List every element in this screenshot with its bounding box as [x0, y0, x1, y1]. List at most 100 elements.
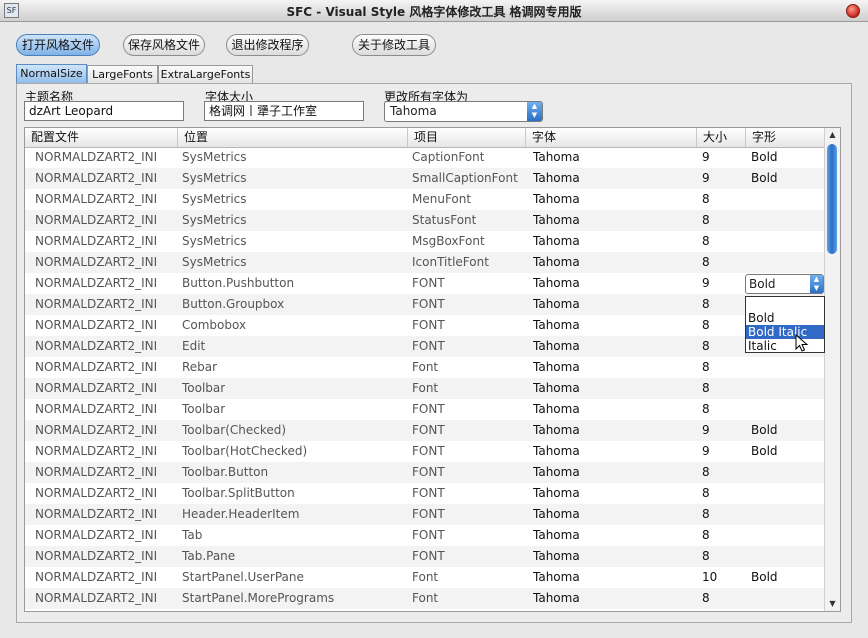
location-cell: Toolbar [182, 402, 226, 416]
item-cell: Font [412, 591, 439, 605]
dropdown-option-bold-italic[interactable]: Bold Italic [746, 325, 824, 339]
dropdown-option-italic[interactable]: Italic [746, 339, 824, 353]
table-row[interactable]: NORMALDZART2_INI Tab.Pane FONT Tahoma 8 [25, 546, 825, 567]
table-row[interactable]: NORMALDZART2_INI Button.Pushbutton FONT Tah… [25, 273, 825, 294]
config-file-cell: NORMALDZART2_INI [35, 507, 158, 521]
location-cell: SysMetrics [182, 171, 247, 185]
config-file-cell: NORMALDZART2_INI [35, 381, 158, 395]
tab-extra-large-fonts[interactable]: ExtraLargeFonts [158, 65, 253, 84]
table-row[interactable]: NORMALDZART2_INI Header.HeaderItem FONT Tah… [25, 504, 825, 525]
open-style-button[interactable]: 打开风格文件 [16, 34, 100, 56]
size-cell: 8 [702, 591, 710, 605]
table-row[interactable]: NORMALDZART2_INI Toolbar FONT Tahoma 8 [25, 399, 825, 420]
font-cell: Tahoma [533, 444, 580, 458]
table-row[interactable]: NORMALDZART2_INI SysMetrics MsgBoxFont Taho… [25, 231, 825, 252]
config-file-cell: NORMALDZART2_INI [35, 234, 158, 248]
save-style-button[interactable]: 保存风格文件 [123, 34, 205, 56]
font-size-field[interactable]: 格调网丨犟子工作室 [204, 101, 364, 121]
item-cell: FONT [412, 276, 445, 290]
size-cell: 8 [702, 486, 710, 500]
dropdown-option-bold[interactable]: Bold [746, 311, 824, 325]
font-cell: Tahoma [533, 150, 580, 164]
table-row[interactable]: NORMALDZART2_INI SysMetrics CaptionFont Tah… [25, 147, 825, 168]
style-cell: Bold [751, 423, 778, 437]
font-cell: Tahoma [533, 381, 580, 395]
config-file-cell: NORMALDZART2_INI [35, 528, 158, 542]
config-file-cell: NORMALDZART2_INI [35, 549, 158, 563]
scroll-down-icon[interactable]: ▼ [825, 597, 840, 611]
table-row[interactable]: NORMALDZART2_INI SysMetrics IconTitleFont T… [25, 252, 825, 273]
config-file-cell: NORMALDZART2_INI [35, 276, 158, 290]
updown-arrows-icon: ▲ ▼ [527, 102, 542, 121]
table-row[interactable]: NORMALDZART2_INI Toolbar Font Tahoma 8 [25, 378, 825, 399]
table-row[interactable]: NORMALDZART2_INI SysMetrics MenuFont Tahoma… [25, 189, 825, 210]
column-header-style[interactable]: 字形 [746, 128, 825, 147]
column-header-location[interactable]: 位置 [178, 128, 408, 147]
tab-large-fonts[interactable]: LargeFonts [87, 65, 158, 84]
table-row[interactable]: NORMALDZART2_INI Toolbar.SplitButton FONT T… [25, 483, 825, 504]
font-cell: Tahoma [533, 528, 580, 542]
size-cell: 8 [702, 318, 710, 332]
size-cell: 8 [702, 234, 710, 248]
location-cell: Toolbar [182, 381, 226, 395]
window-title: SFC - Visual Style 风格字体修改工具 格调网专用版 [286, 5, 582, 19]
size-cell: 8 [702, 528, 710, 542]
tab-normal-size[interactable]: NormalSize [16, 64, 87, 84]
font-style-dropdown[interactable]: Bold ▲ ▼ [745, 274, 824, 294]
config-file-cell: NORMALDZART2_INI [35, 423, 158, 437]
location-cell: SysMetrics [182, 234, 247, 248]
item-cell: FONT [412, 339, 445, 353]
size-cell: 8 [702, 507, 710, 521]
table-row[interactable]: NORMALDZART2_INI SysMetrics SmallCaptionFo… [25, 168, 825, 189]
font-cell: Tahoma [533, 465, 580, 479]
column-header-item[interactable]: 项目 [408, 128, 526, 147]
location-cell: Combobox [182, 318, 247, 332]
table-row[interactable]: NORMALDZART2_INI Button.Groupbox FONT Tahom… [25, 294, 825, 315]
exit-program-button[interactable]: 退出修改程序 [226, 34, 309, 56]
item-cell: FONT [412, 465, 445, 479]
column-header-font[interactable]: 字体 [526, 128, 697, 147]
location-cell: SysMetrics [182, 213, 247, 227]
close-button[interactable] [846, 4, 860, 18]
vertical-scrollbar[interactable]: ▲ ▼ [824, 128, 840, 611]
config-file-cell: NORMALDZART2_INI [35, 255, 158, 269]
dropdown-option-empty[interactable] [746, 297, 824, 311]
table-row[interactable]: NORMALDZART2_INI StartPanel.MorePrograms F… [25, 588, 825, 609]
scroll-up-icon[interactable]: ▲ [825, 128, 840, 142]
scroll-thumb[interactable] [827, 144, 837, 254]
font-cell: Tahoma [533, 360, 580, 374]
config-file-cell: NORMALDZART2_INI [35, 171, 158, 185]
config-file-cell: NORMALDZART2_INI [35, 402, 158, 416]
mouse-pointer-icon [795, 334, 809, 352]
size-cell: 9 [702, 423, 710, 437]
font-cell: Tahoma [533, 339, 580, 353]
config-file-cell: NORMALDZART2_INI [35, 318, 158, 332]
theme-name-field[interactable]: dzArt Leopard [24, 101, 184, 121]
config-file-cell: NORMALDZART2_INI [35, 213, 158, 227]
table-row[interactable]: NORMALDZART2_INI Tab FONT Tahoma 8 [25, 525, 825, 546]
column-header-size[interactable]: 大小 [697, 128, 746, 147]
table-row[interactable]: NORMALDZART2_INI Toolbar.Button FONT Tahoma… [25, 462, 825, 483]
style-cell: Bold [751, 150, 778, 164]
about-tool-button[interactable]: 关于修改工具 [352, 34, 436, 56]
item-cell: FONT [412, 549, 445, 563]
table-row[interactable]: NORMALDZART2_INI Combobox FONT Tahoma 8 [25, 315, 825, 336]
font-cell: Tahoma [533, 318, 580, 332]
config-file-cell: NORMALDZART2_INI [35, 360, 158, 374]
table-row[interactable]: NORMALDZART2_INI Toolbar(Checked) FONT Taho… [25, 420, 825, 441]
item-cell: FONT [412, 528, 445, 542]
item-cell: Font [412, 381, 439, 395]
table-row[interactable]: NORMALDZART2_INI Rebar Font Tahoma 8 [25, 357, 825, 378]
table-row[interactable]: NORMALDZART2_INI StartPanel.UserPane Font T… [25, 567, 825, 588]
size-cell: 8 [702, 381, 710, 395]
font-cell: Tahoma [533, 297, 580, 311]
font-cell: Tahoma [533, 507, 580, 521]
table-row[interactable]: NORMALDZART2_INI Edit FONT Tahoma 8 [25, 336, 825, 357]
column-header-config-file[interactable]: 配置文件 [25, 128, 178, 147]
table-row[interactable]: NORMALDZART2_INI SysMetrics StatusFont Taho… [25, 210, 825, 231]
location-cell: Edit [182, 339, 206, 353]
change-all-fonts-select[interactable]: Tahoma ▲ ▼ [384, 101, 543, 122]
location-cell: SysMetrics [182, 150, 247, 164]
table-row[interactable]: NORMALDZART2_INI Toolbar(HotChecked) FONT T… [25, 441, 825, 462]
style-cell: Bold [751, 171, 778, 185]
